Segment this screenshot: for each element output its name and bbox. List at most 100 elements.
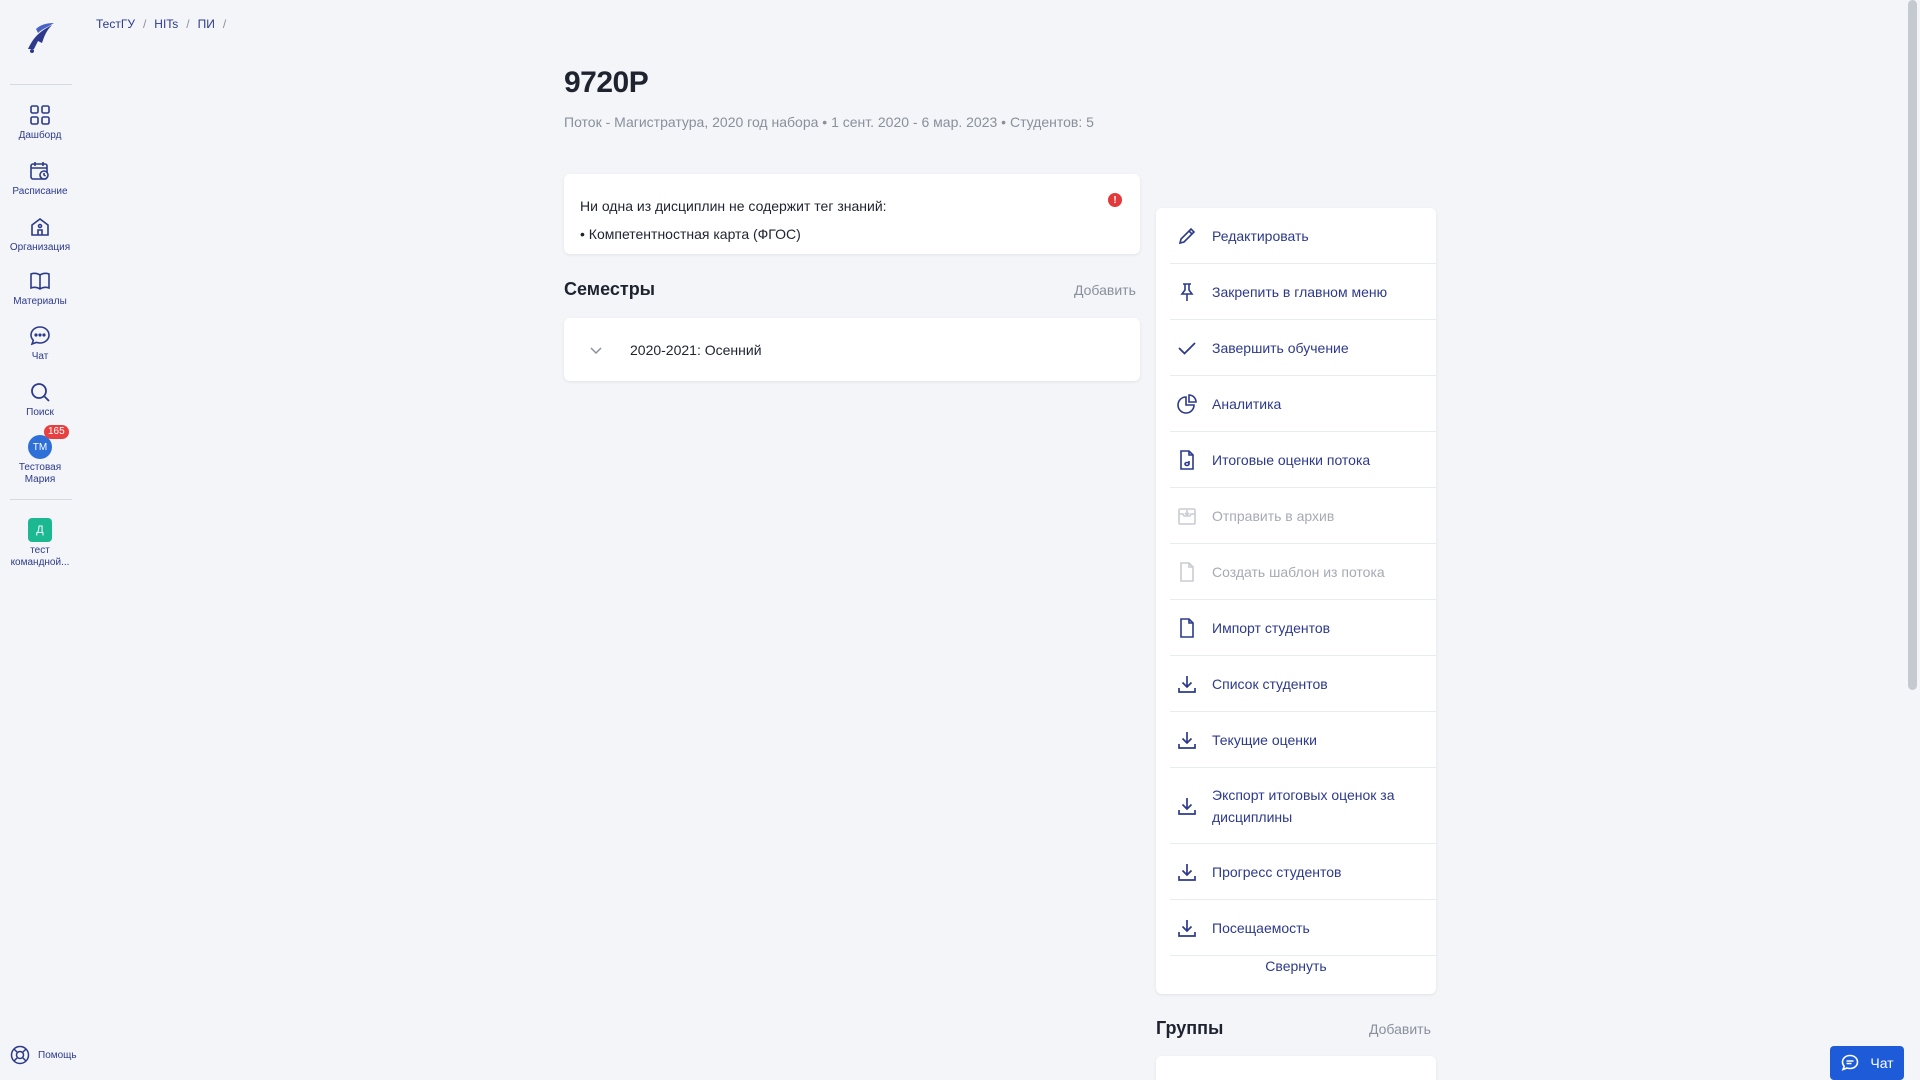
sidebar-item-label: Поиск — [26, 407, 54, 418]
sidebar-item-search[interactable]: Поиск — [0, 380, 80, 419]
sidebar-item-schedule[interactable]: Расписание — [0, 159, 80, 198]
archive-action[interactable]: Отправить в архив — [1170, 488, 1436, 544]
pencil-icon — [1178, 227, 1196, 244]
sidebar-item-dashboard[interactable]: Дашборд — [0, 103, 80, 142]
user-name-line1: Тестовая — [18, 462, 62, 473]
sidebar-divider — [10, 499, 72, 500]
chat-button[interactable]: Чат — [1830, 1046, 1904, 1080]
page-title: 9720P — [564, 66, 649, 99]
logo-icon[interactable] — [22, 19, 58, 55]
warning-text: Ни одна из дисциплин не содержит тег зна… — [580, 198, 887, 214]
chevron-down-icon[interactable] — [588, 342, 604, 358]
page-subtitle: Поток - Магистратура, 2020 год набора • … — [564, 114, 1094, 130]
chat-icon — [1842, 1054, 1859, 1071]
avatar: ТМ 165 — [28, 425, 69, 459]
warning-card: Ни одна из дисциплин не содержит тег зна… — [564, 174, 1140, 254]
organization-icon — [31, 218, 49, 236]
action-label: Закрепить в главном меню — [1212, 283, 1388, 300]
sidebar-item-team[interactable]: Д тест командной... — [0, 518, 80, 569]
breadcrumb-item[interactable]: HITs — [154, 17, 178, 31]
pin-action[interactable]: Закрепить в главном меню — [1170, 264, 1436, 320]
breadcrumb: ТестГУ / HITs / ПИ / — [96, 17, 226, 31]
download-icon — [1178, 863, 1196, 881]
group-item[interactable] — [1156, 1056, 1436, 1080]
scrollbar-thumb[interactable] — [1908, 0, 1917, 690]
action-label: Экспорт итоговых оценок за дисциплины — [1212, 786, 1395, 825]
alert-icon: ! — [1108, 193, 1122, 207]
help-label: Помощь — [38, 1049, 77, 1061]
sidebar-item-label: Материалы — [13, 296, 67, 307]
action-label: Импорт студентов — [1212, 619, 1331, 636]
export-grades-action[interactable]: Экспорт итоговых оценок за дисциплины — [1170, 768, 1436, 844]
breadcrumb-separator: / — [142, 17, 147, 31]
actions-panel: Редактировать Закрепить в главном меню З… — [1156, 208, 1436, 994]
breadcrumb-item[interactable]: ПИ — [198, 17, 215, 31]
action-label: Прогресс студентов — [1212, 863, 1342, 880]
download-icon — [1178, 731, 1196, 749]
action-label: Список студентов — [1212, 675, 1328, 692]
action-label: Завершить обучение — [1212, 339, 1349, 356]
book-icon — [30, 272, 50, 290]
scrollbar[interactable] — [1906, 0, 1920, 1080]
analytics-action[interactable]: Аналитика — [1170, 376, 1436, 432]
notification-badge: 165 — [44, 425, 69, 439]
help-link[interactable]: Помощь — [10, 1045, 77, 1065]
action-label: Редактировать — [1212, 227, 1309, 244]
action-label: Посещаемость — [1212, 919, 1310, 936]
action-label: Аналитика — [1212, 395, 1282, 412]
current-grades-action[interactable]: Текущие оценки — [1170, 712, 1436, 768]
calendar-icon — [30, 162, 49, 180]
action-label: Итоговые оценки потока — [1212, 451, 1371, 468]
user-name-line2: Мария — [24, 474, 56, 485]
sidebar: Дашборд Расписание Организация Материалы… — [0, 0, 80, 1080]
finish-training-action[interactable]: Завершить обучение — [1170, 320, 1436, 376]
avatar-initials: ТМ — [32, 441, 48, 453]
semester-item[interactable]: 2020-2021: Осенний — [564, 318, 1140, 381]
sidebar-item-chat[interactable]: Чат — [0, 324, 80, 363]
chat-button-label: Чат — [1870, 1055, 1894, 1071]
search-icon — [31, 383, 50, 402]
document-grade-icon — [1180, 449, 1194, 470]
create-template-action[interactable]: Создать шаблон из потока — [1170, 544, 1436, 600]
sidebar-item-label: Расписание — [12, 186, 68, 197]
action-label: Текущие оценки — [1212, 731, 1317, 748]
check-icon — [1178, 341, 1196, 355]
download-icon — [1178, 675, 1196, 693]
sidebar-item-profile[interactable]: ТМ 165 Тестовая Мария — [0, 425, 80, 486]
sidebar-divider — [10, 84, 72, 85]
sidebar-item-materials[interactable]: Материалы — [0, 269, 80, 308]
sidebar-item-organization[interactable]: Организация — [0, 215, 80, 254]
attendance-action[interactable]: Посещаемость — [1170, 900, 1436, 956]
import-students-action[interactable]: Импорт студентов — [1170, 600, 1436, 656]
sidebar-item-label: Дашборд — [18, 130, 62, 141]
team-avatar: Д — [28, 518, 52, 542]
action-label: Отправить в архив — [1212, 507, 1335, 524]
students-list-action[interactable]: Список студентов — [1170, 656, 1436, 712]
add-semester-button[interactable]: Добавить — [1074, 282, 1136, 298]
students-progress-action[interactable]: Прогресс студентов — [1170, 844, 1436, 900]
document-icon — [1180, 617, 1194, 638]
edit-action[interactable]: Редактировать — [1170, 208, 1436, 264]
breadcrumb-separator: / — [222, 17, 227, 31]
pin-icon — [1180, 282, 1194, 301]
lifebuoy-icon — [10, 1045, 30, 1065]
chat-icon — [30, 326, 50, 346]
archive-icon — [1178, 507, 1196, 525]
semesters-title: Семестры — [564, 279, 656, 299]
sidebar-item-label: Организация — [9, 242, 71, 253]
collapse-button[interactable]: Свернуть — [1156, 958, 1436, 974]
dashboard-icon — [30, 105, 50, 125]
pie-chart-icon — [1177, 393, 1197, 414]
download-icon — [1178, 797, 1196, 815]
breadcrumb-separator: / — [186, 17, 190, 31]
team-name-line2: командной... — [10, 557, 70, 568]
download-icon — [1178, 919, 1196, 937]
final-grades-action[interactable]: Итоговые оценки потока — [1170, 432, 1436, 488]
team-name-line1: тест — [30, 545, 50, 556]
breadcrumb-item[interactable]: ТестГУ — [96, 17, 135, 31]
warning-item: • Компетентностная карта (ФГОС) — [580, 226, 801, 242]
action-label: Создать шаблон из потока — [1212, 563, 1385, 580]
add-group-button[interactable]: Добавить — [1369, 1021, 1431, 1037]
semester-label: 2020-2021: Осенний — [630, 341, 762, 358]
groups-title: Группы — [1156, 1018, 1224, 1038]
